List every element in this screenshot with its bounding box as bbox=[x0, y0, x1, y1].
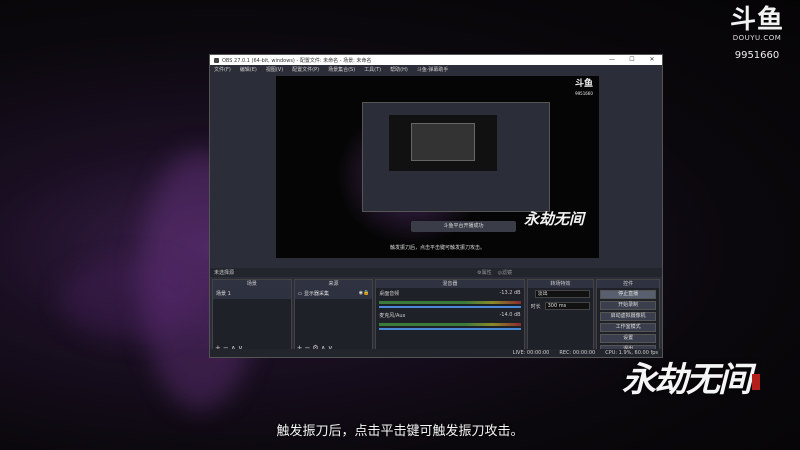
nested-obs-capture: 斗鱼平台开播成功 bbox=[362, 102, 550, 232]
minimize-button[interactable]: — bbox=[602, 55, 622, 65]
obs-statusbar: LIVE: 00:00:00 REC: 00:00:00 CPU: 1.9%, … bbox=[210, 349, 662, 357]
duration-label: 时长 bbox=[530, 303, 541, 310]
preview-subtitle: 触发振刀后，点击平击键可触发振刀攻击。 bbox=[389, 245, 485, 251]
seal-mark bbox=[752, 374, 760, 390]
preview-brand-id: 9951660 bbox=[575, 91, 593, 96]
obs-menubar: 文件(F) 编辑(E) 视图(V) 配置文件(P) 场景集合(S) 工具(T) … bbox=[210, 65, 662, 74]
transition-type[interactable]: 淡出 bbox=[528, 288, 594, 300]
virtual-camera-button[interactable]: 启动虚拟摄像机 bbox=[600, 312, 656, 321]
douyu-logo: 斗鱼 bbox=[729, 5, 784, 35]
preview-brand: 斗鱼 bbox=[574, 79, 593, 89]
channel-name: 麦克风/Aux bbox=[379, 313, 406, 319]
menu-profile[interactable]: 配置文件(P) bbox=[292, 66, 319, 73]
controls-header: 控件 bbox=[597, 280, 659, 288]
volume-meter bbox=[379, 323, 521, 326]
source-toolbar: 未选择源 ⚙属性 ◎滤镜 bbox=[210, 268, 662, 277]
game-logo: 永劫无间 bbox=[622, 352, 760, 401]
sources-header: 来源 bbox=[294, 280, 373, 288]
channel-db: -13.2 dB bbox=[499, 290, 521, 296]
transitions-header: 转场特效 bbox=[527, 280, 594, 288]
douyu-watermark: 斗鱼 DOUYU.COM 9951660 bbox=[726, 6, 788, 61]
live-status: LIVE: 00:00:00 bbox=[512, 350, 550, 356]
mixer-header: 混音器 bbox=[376, 280, 524, 288]
menu-tools[interactable]: 工具(T) bbox=[364, 66, 381, 73]
duration-input[interactable]: 300 ms bbox=[544, 302, 591, 310]
obs-window[interactable]: OBS 27.0.1 (64-bit, windows) - 配置文件: 未命名… bbox=[209, 54, 663, 358]
preview-game-logo: 永劫无间 bbox=[524, 210, 585, 228]
mixer-channel: 桌面音频 -13.2 dB bbox=[376, 288, 523, 299]
scenes-header: 场景 bbox=[213, 280, 291, 288]
source-item-label: 显示器采集 bbox=[303, 291, 329, 297]
mixer-dock: 混音器 桌面音频 -13.2 dB 麦克风/Aux -14.0 dB bbox=[375, 279, 525, 355]
menu-edit[interactable]: 编辑(E) bbox=[240, 66, 257, 73]
sources-dock: 来源 ▭ 显示器采集 ◉🔒 +−⚙∧∨ bbox=[293, 279, 374, 355]
obs-preview[interactable]: 斗鱼平台开播成功 斗鱼 9951660 永劫无间 触发振刀后，点击平击键可触发振… bbox=[276, 76, 599, 258]
background-glow bbox=[60, 260, 200, 340]
scenes-dock: 场景 场景 1 +−∧∨ bbox=[212, 279, 292, 355]
room-id: 9951660 bbox=[734, 50, 780, 61]
transition-select[interactable]: 淡出 bbox=[534, 290, 591, 298]
volume-fader[interactable] bbox=[379, 306, 521, 308]
volume-fader[interactable] bbox=[379, 328, 521, 330]
preview-douyu-logo: 斗鱼 9951660 bbox=[575, 80, 593, 98]
no-source-label: 未选择源 bbox=[214, 270, 235, 276]
volume-meter bbox=[379, 301, 521, 304]
scene-item[interactable]: 场景 1 bbox=[213, 288, 291, 299]
obs-docks: 场景 场景 1 +−∧∨ 来源 ▭ 显示器采集 ◉🔒 +−⚙∧∨ 混音器 桌面音… bbox=[212, 279, 660, 355]
visibility-icon[interactable]: ◉🔒 bbox=[359, 290, 370, 296]
settings-button[interactable]: 设置 bbox=[600, 334, 656, 343]
douyu-site: DOUYU.COM bbox=[732, 34, 782, 42]
transitions-dock: 转场特效 淡出 时长 300 ms bbox=[526, 279, 595, 355]
nested-preview-inner bbox=[411, 123, 475, 161]
rec-status: REC: 00:00:00 bbox=[559, 350, 596, 356]
game-logo-text: 永劫无间 bbox=[622, 360, 752, 400]
menu-douyu-danmu[interactable]: 斗鱼·弹幕助手 bbox=[417, 66, 449, 73]
start-recording-button[interactable]: 开始录制 bbox=[600, 301, 656, 310]
menu-scene-collection[interactable]: 场景集合(S) bbox=[328, 66, 355, 73]
controls-dock: 控件 停止直播 开始录制 启动虚拟摄像机 工作室模式 设置 退出 bbox=[596, 279, 660, 355]
video-subtitle: 触发振刀后，点击平击键可触发振刀攻击。 bbox=[276, 424, 524, 439]
maximize-button[interactable]: ☐ bbox=[622, 55, 642, 65]
stop-streaming-button[interactable]: 停止直播 bbox=[600, 290, 656, 299]
transition-duration: 时长 300 ms bbox=[528, 300, 594, 312]
studio-mode-button[interactable]: 工作室模式 bbox=[600, 323, 656, 332]
channel-db: -14.0 dB bbox=[499, 312, 521, 318]
channel-name: 桌面音频 bbox=[379, 291, 400, 297]
mixer-channel: 麦克风/Aux -14.0 dB bbox=[376, 310, 523, 321]
menu-view[interactable]: 视图(V) bbox=[266, 66, 283, 73]
obs-title: OBS 27.0.1 (64-bit, windows) - 配置文件: 未命名… bbox=[222, 57, 372, 64]
filters-button[interactable]: ◎滤镜 bbox=[498, 269, 512, 276]
close-button[interactable]: ✕ bbox=[642, 55, 662, 65]
properties-button[interactable]: ⚙属性 bbox=[477, 269, 491, 276]
stream-success-toast: 斗鱼平台开播成功 bbox=[411, 221, 516, 232]
obs-titlebar[interactable]: OBS 27.0.1 (64-bit, windows) - 配置文件: 未命名… bbox=[210, 55, 662, 65]
menu-help[interactable]: 帮助(H) bbox=[390, 66, 408, 73]
obs-app-icon bbox=[214, 57, 219, 63]
menu-file[interactable]: 文件(F) bbox=[214, 66, 231, 73]
source-item[interactable]: ▭ 显示器采集 ◉🔒 bbox=[294, 288, 373, 299]
